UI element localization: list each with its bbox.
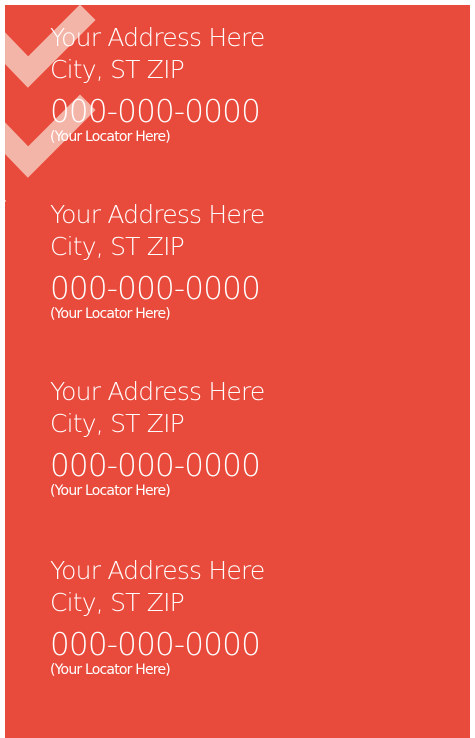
location-block: Your Address Here City, ST ZIP 000-000-0…	[50, 376, 460, 499]
city-line: City, ST ZIP	[50, 55, 185, 84]
address-line: Your Address Here	[50, 200, 265, 229]
address-panel: Your Address Here City, ST ZIP 000-000-0…	[5, 5, 470, 738]
phone-number: 000-000-0000	[50, 94, 261, 130]
address-line: Your Address Here	[50, 377, 265, 406]
address-line: Your Address Here	[50, 556, 265, 585]
location-block: Your Address Here City, ST ZIP 000-000-0…	[50, 199, 460, 322]
phone-number: 000-000-0000	[50, 271, 261, 307]
city-line: City, ST ZIP	[50, 409, 185, 438]
phone-number: 000-000-0000	[50, 448, 261, 484]
locator-text: (Your Locator Here)	[50, 129, 171, 145]
city-line: City, ST ZIP	[50, 588, 185, 617]
address-line: Your Address Here	[50, 23, 265, 52]
locator-text: (Your Locator Here)	[50, 662, 171, 678]
phone-number: 000-000-0000	[50, 627, 261, 663]
pointer-arrow-icon	[5, 195, 6, 207]
city-line: City, ST ZIP	[50, 232, 185, 261]
location-block: Your Address Here City, ST ZIP 000-000-0…	[50, 555, 460, 678]
location-block: Your Address Here City, ST ZIP 000-000-0…	[50, 22, 460, 145]
locator-text: (Your Locator Here)	[50, 306, 171, 322]
locator-text: (Your Locator Here)	[50, 483, 171, 499]
